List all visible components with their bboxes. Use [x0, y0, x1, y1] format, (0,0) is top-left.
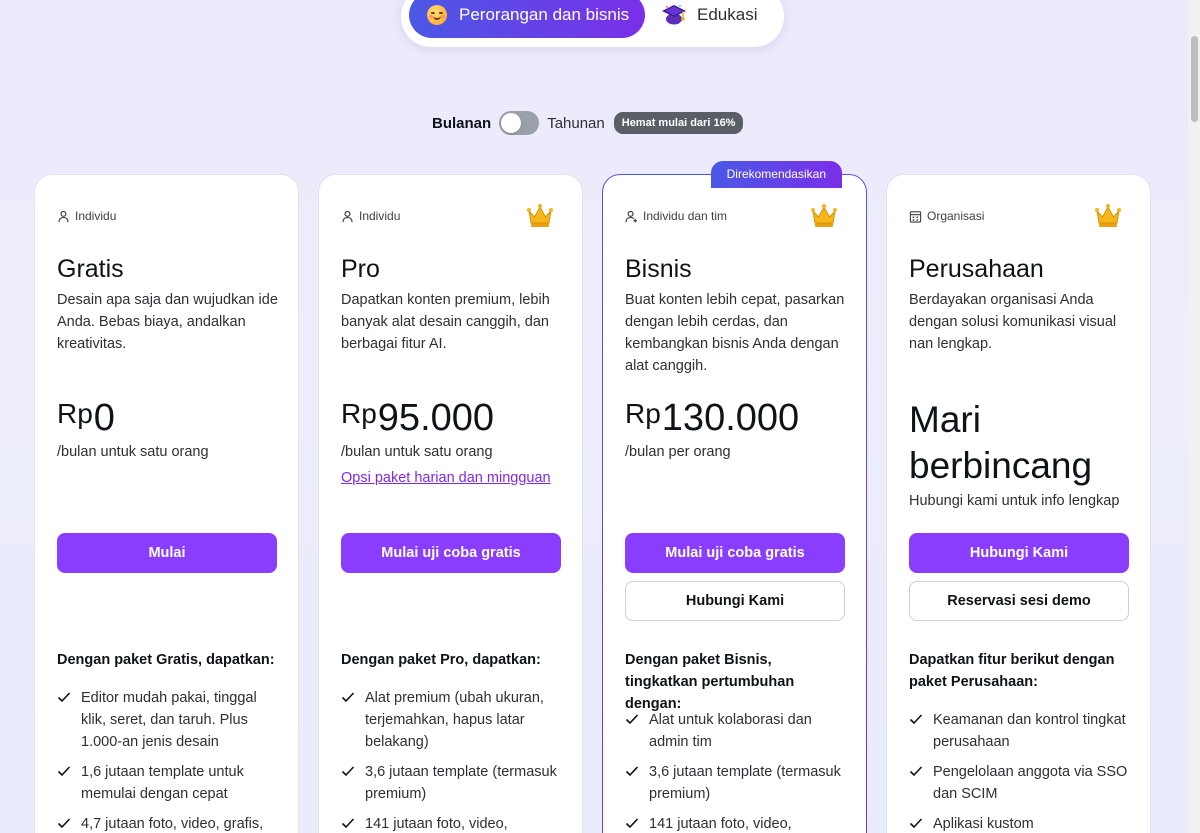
tab-education[interactable]: Edukasi: [661, 0, 757, 38]
lets-talk-subtext: Hubungi kami untuk info lengkap: [909, 493, 1120, 509]
billing-yearly-label: Tahunan: [547, 114, 605, 132]
check-icon: [341, 692, 355, 703]
page-scrollbar[interactable]: [1188, 0, 1200, 833]
billing-monthly-label: Bulanan: [432, 114, 492, 132]
smiling-face-icon: [427, 5, 447, 25]
features-title: Dapatkan fitur berikut dengan paket Peru…: [909, 652, 1115, 690]
tab-personal-business-label: Perorangan dan bisnis: [459, 5, 630, 24]
person-icon: [342, 210, 353, 222]
price-amount: 130.000: [661, 397, 800, 439]
check-icon: [625, 714, 639, 725]
feature-item: 3,6 jutaan template (termasuk premium): [625, 761, 847, 805]
tab-education-label: Edukasi: [697, 5, 758, 24]
toggle-knob: [501, 113, 522, 133]
price-period: /bulan per orang: [625, 444, 731, 460]
graduation-cap-icon: [662, 5, 686, 25]
plan-name: Bisnis: [625, 255, 692, 283]
plan-price: Rp 130.000: [625, 393, 799, 440]
price-currency: Rp: [57, 398, 93, 429]
feature-item: 141 jutaan foto, video,: [625, 813, 847, 833]
plan-audience: Individu dan tim: [625, 209, 727, 223]
check-icon: [341, 766, 355, 777]
price-currency: Rp: [625, 398, 661, 429]
start-free-trial-button[interactable]: Mulai uji coba gratis: [625, 533, 845, 573]
plan-card-enterprise: Organisasi Perusahaan Berdayakan organis…: [886, 174, 1151, 833]
feature-item: Alat untuk kolaborasi dan admin tim: [625, 709, 847, 753]
feature-item: Keamanan dan kontrol tingkat perusahaan: [909, 709, 1131, 753]
contact-us-button[interactable]: Hubungi Kami: [625, 581, 845, 621]
check-icon: [625, 818, 639, 829]
plan-audience-label: Individu: [359, 209, 401, 223]
feature-item: 1,6 jutaan template untuk memulai dengan…: [57, 761, 279, 805]
feature-item: 141 jutaan foto, video,: [341, 813, 563, 833]
price-period: /bulan untuk satu orang: [341, 444, 493, 460]
plan-audience-label: Organisasi: [927, 209, 985, 223]
check-icon: [909, 714, 923, 725]
daily-weekly-options-link[interactable]: Opsi paket harian dan mingguan: [341, 470, 551, 486]
billing-period-toggle[interactable]: [499, 111, 540, 135]
features-list: Alat premium (ubah ukuran, terjemahkan, …: [341, 687, 563, 833]
feature-item: 4,7 jutaan foto, video, grafis,: [57, 813, 279, 833]
person-plus-icon: [625, 210, 638, 223]
check-icon: [909, 818, 923, 829]
start-button[interactable]: Mulai: [57, 533, 277, 573]
crown-icon: [527, 204, 553, 227]
savings-badge: Hemat mulai dari 16%: [613, 112, 744, 134]
feature-item: Alat premium (ubah ukuran, terjemahkan, …: [341, 687, 563, 753]
scrollbar-thumb[interactable]: [1191, 36, 1198, 122]
feature-item: 3,6 jutaan template (termasuk premium): [341, 761, 563, 805]
start-free-trial-button[interactable]: Mulai uji coba gratis: [341, 533, 561, 573]
plan-audience: Individu: [341, 209, 400, 223]
crown-icon: [811, 204, 837, 227]
features-title: Dengan paket Pro, dapatkan:: [341, 652, 541, 668]
check-icon: [625, 766, 639, 777]
audience-segment-switcher: Perorangan dan bisnis Edukasi: [401, 0, 784, 47]
plan-audience-label: Individu: [75, 209, 117, 223]
plan-audience-label: Individu dan tim: [643, 209, 728, 223]
lets-talk-headline: Mari berbincang: [909, 399, 1093, 486]
plan-description: Berdayakan organisasi Anda dengan solusi…: [909, 292, 1117, 352]
plan-audience: Individu: [57, 209, 116, 223]
book-demo-button[interactable]: Reservasi sesi demo: [909, 581, 1129, 621]
plan-audience: Organisasi: [909, 209, 984, 223]
plan-card-free: Individu Gratis Desain apa saja dan wuju…: [34, 174, 299, 833]
features-title: Dengan paket Gratis, dapatkan:: [57, 652, 275, 668]
feature-item: Editor mudah pakai, tinggal klik, seret,…: [57, 687, 279, 753]
features-list: Editor mudah pakai, tinggal klik, seret,…: [57, 687, 279, 833]
plan-description: Buat konten lebih cepat, pasarkan dengan…: [625, 292, 845, 374]
plan-name: Pro: [341, 255, 380, 283]
crown-icon: [1095, 204, 1121, 227]
plan-card-pro: Individu Pro Dapatkan konten premium, le…: [318, 174, 583, 833]
price-currency: Rp: [341, 398, 377, 429]
plan-card-business: Direkomendasikan Individu dan tim Bisnis…: [602, 161, 867, 833]
check-icon: [909, 766, 923, 777]
price-amount: 0: [93, 397, 115, 439]
feature-item: Aplikasi kustom: [909, 813, 1131, 833]
price-period: /bulan untuk satu orang: [57, 444, 209, 460]
check-icon: [57, 692, 71, 703]
plan-description: Desain apa saja dan wujudkan ide Anda. B…: [57, 292, 278, 352]
plan-description: Dapatkan konten premium, lebih banyak al…: [341, 292, 550, 352]
plan-price: Rp 95.000: [341, 393, 494, 440]
price-amount: 95.000: [377, 397, 495, 439]
tab-personal-business[interactable]: Perorangan dan bisnis: [409, 0, 645, 38]
person-icon: [58, 210, 69, 222]
feature-item: Pengelolaan anggota via SSO dan SCIM: [909, 761, 1131, 805]
check-icon: [57, 818, 71, 829]
billing-period-toggle-row: Bulanan Tahunan Hemat mulai dari 16%: [432, 110, 744, 136]
plan-name: Gratis: [57, 255, 124, 283]
features-list: Alat untuk kolaborasi dan admin tim 3,6 …: [625, 709, 847, 833]
building-icon: [909, 210, 922, 223]
contact-us-button[interactable]: Hubungi Kami: [909, 533, 1129, 573]
plan-price: Rp 0: [57, 393, 115, 440]
check-icon: [57, 766, 71, 777]
features-title: Dengan paket Bisnis, tingkatkan pertumbu…: [625, 652, 795, 712]
features-list: Keamanan dan kontrol tingkat perusahaan …: [909, 709, 1131, 833]
check-icon: [341, 818, 355, 829]
plan-name: Perusahaan: [909, 255, 1044, 283]
recommended-badge: Direkomendasikan: [710, 161, 842, 188]
